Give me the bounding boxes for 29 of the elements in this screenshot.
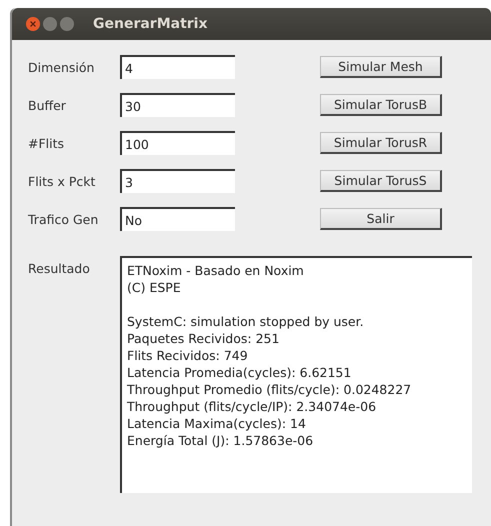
output-line: ETNoxim - Basado en Noxim — [127, 262, 305, 279]
output-line: Flits Recividos: 749 — [127, 347, 249, 364]
result-text-area[interactable] — [120, 256, 472, 493]
output-line: Throughput Promedio (flits/cycle): 0.0248227 — [127, 381, 412, 398]
input-field[interactable]: 4 — [120, 55, 235, 79]
output-line: (C) ESPE — [127, 279, 182, 296]
result-label: Resultado — [28, 260, 91, 278]
input-field[interactable]: No — [120, 207, 235, 231]
field-label: Buffer — [28, 98, 67, 112]
action-button[interactable]: Salir — [320, 208, 442, 230]
output-line: Paquetes Recividos: 251 — [127, 330, 280, 347]
input-field[interactable]: 100 — [120, 131, 235, 155]
action-button[interactable]: Simular TorusR — [320, 132, 442, 154]
action-button[interactable]: Simular TorusB — [320, 94, 442, 116]
output-line: Energía Total (J): 1.57863e-06 — [127, 432, 314, 449]
close-icon[interactable] — [26, 17, 40, 31]
input-field[interactable]: 30 — [120, 93, 235, 117]
field-label: #Flits — [28, 136, 66, 150]
window-title: GenerarMatrix — [93, 16, 208, 32]
action-button[interactable]: Simular TorusS — [320, 170, 442, 192]
output-line: Latencia Maxima(cycles): 14 — [127, 415, 307, 432]
output-line: Latencia Promedia(cycles): 6.62151 — [127, 364, 352, 381]
field-label: Dimensión — [28, 60, 96, 74]
action-button[interactable]: Simular Mesh — [320, 56, 442, 78]
field-label: Trafico Gen — [28, 212, 100, 226]
output-line: Throughput (flits/cycle/IP): 2.34074e-06 — [127, 398, 378, 415]
input-field[interactable]: 3 — [120, 169, 235, 193]
output-line: SystemC: simulation stopped by user. — [127, 313, 365, 330]
field-label: Flits x Pckt — [28, 174, 96, 188]
